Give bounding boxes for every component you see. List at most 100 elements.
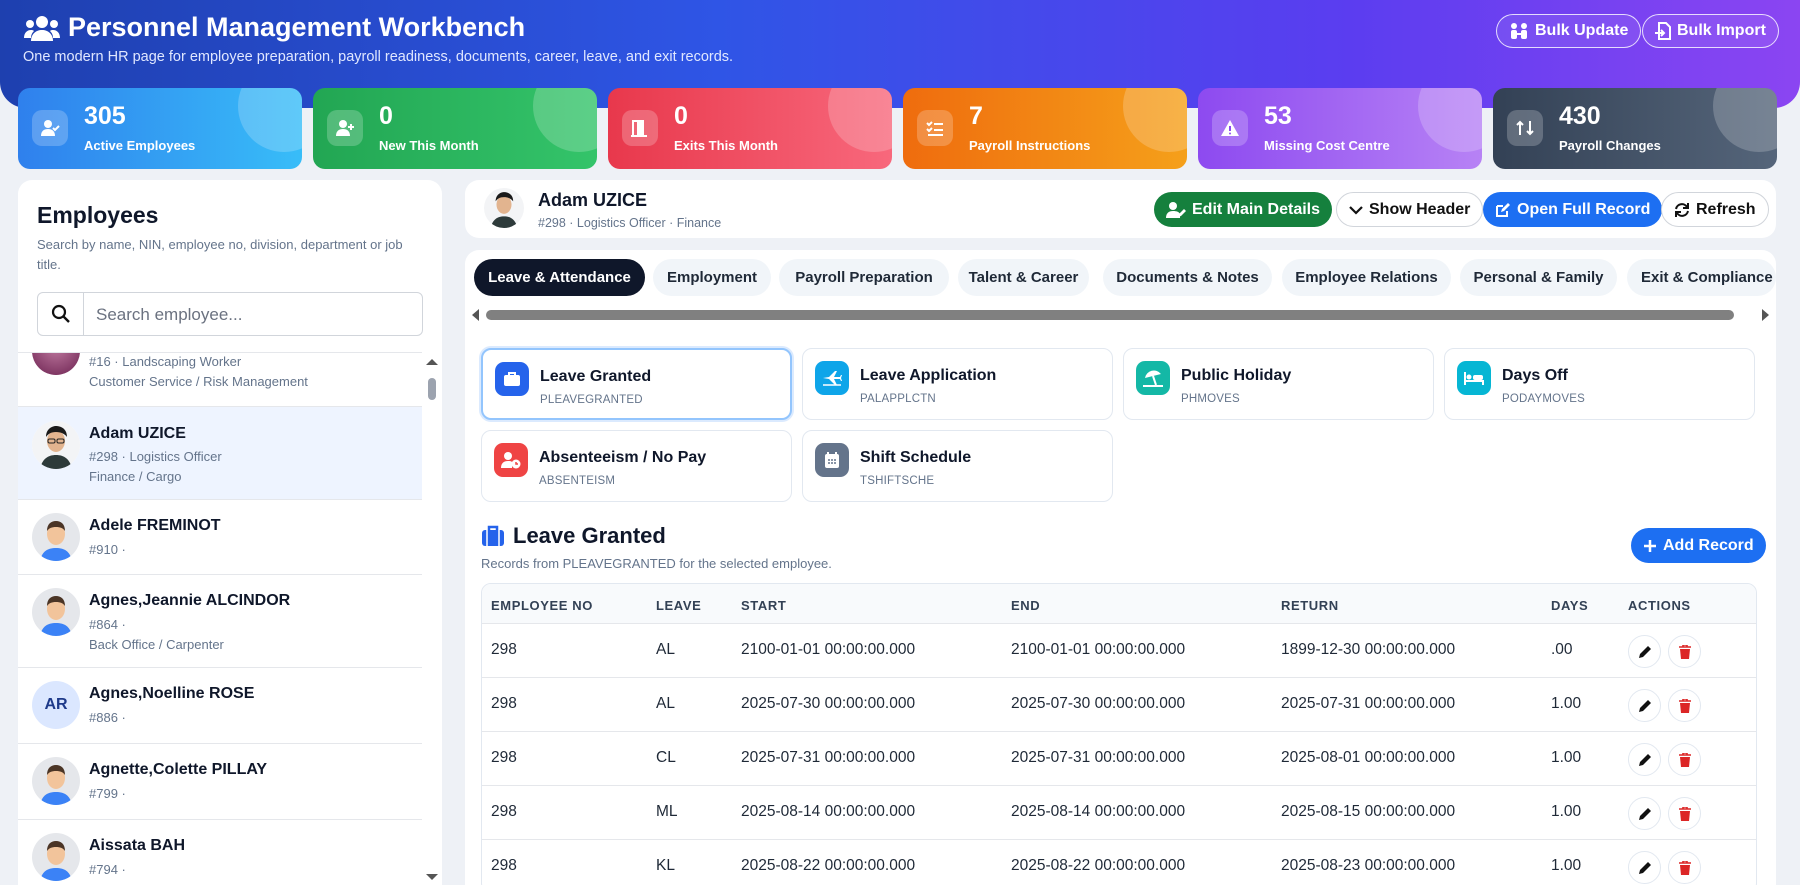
employee-meta: #864 ·	[89, 617, 126, 632]
tab-employee-relations[interactable]: Employee Relations	[1282, 259, 1451, 296]
pencil-icon	[1638, 699, 1651, 712]
employees-panel: Employees Search by name, NIN, employee …	[18, 180, 442, 885]
show-header-button[interactable]: Show Header	[1336, 192, 1484, 227]
edit-row-button[interactable]	[1628, 635, 1661, 668]
kpi-label: Missing Cost Centre	[1264, 138, 1390, 153]
delete-row-button[interactable]	[1668, 851, 1701, 884]
module-days-off[interactable]: Days Off PODAYMOVES	[1444, 348, 1755, 420]
list-item[interactable]: AR Agnes,Noelline ROSE #886 ·	[18, 668, 422, 744]
search-input[interactable]	[96, 303, 406, 327]
delete-row-button[interactable]	[1668, 635, 1701, 668]
cell-return: 1899-12-30 00:00:00.000	[1281, 641, 1456, 658]
bulk-import-label: Bulk Import	[1677, 22, 1766, 39]
list-item[interactable]: Adele FREMINOT #910 ·	[18, 500, 422, 575]
trash-icon	[1678, 860, 1691, 875]
table-row: 298 CL 2025-07-31 00:00:00.000 2025-07-3…	[482, 732, 1756, 786]
avatar	[32, 757, 80, 805]
kpi-label: New This Month	[379, 138, 479, 153]
add-record-label: Add Record	[1663, 536, 1754, 554]
tab-exit-compliance[interactable]: Exit & Compliance	[1627, 259, 1776, 296]
cell-days: .00	[1551, 641, 1573, 658]
edit-row-button[interactable]	[1628, 797, 1661, 830]
user-edit-icon	[1166, 201, 1186, 218]
tab-talent-career[interactable]: Talent & Career	[958, 259, 1089, 296]
module-content: Leave & Attendance Employment Payroll Pr…	[465, 250, 1776, 885]
employee-meta: #16 · Landscaping Worker	[89, 354, 242, 369]
edit-row-button[interactable]	[1628, 851, 1661, 884]
module-leave-granted[interactable]: Leave Granted PLEAVEGRANTED	[481, 348, 792, 420]
employee-list: #16 · Landscaping Worker Customer Servic…	[18, 352, 422, 885]
tab-documents-notes[interactable]: Documents & Notes	[1103, 259, 1272, 296]
edit-row-button[interactable]	[1628, 689, 1661, 722]
list-item[interactable]: Adam UZICE #298 · Logistics Officer Fina…	[18, 407, 422, 500]
kpi-payroll-changes[interactable]: 430 Payroll Changes	[1493, 88, 1777, 169]
table-row: 298 ML 2025-08-14 00:00:00.000 2025-08-1…	[482, 786, 1756, 840]
employee-dept: Finance / Cargo	[89, 469, 182, 484]
avatar	[32, 421, 80, 469]
tab-employment[interactable]: Employment	[653, 259, 771, 296]
list-item[interactable]: Agnes,Jeannie ALCINDOR #864 · Back Offic…	[18, 575, 422, 668]
kpi-active-employees[interactable]: 305 Active Employees	[18, 88, 302, 169]
table-row: 298 AL 2025-07-30 00:00:00.000 2025-07-3…	[482, 678, 1756, 732]
table-header-row: EMPLOYEE NO LEAVE START END RETURN DAYS …	[482, 584, 1756, 624]
selected-employee-name: Adam UZICE	[538, 190, 648, 210]
refresh-button[interactable]: Refresh	[1661, 192, 1769, 227]
plane-icon	[815, 361, 849, 395]
cell-days: 1.00	[1551, 749, 1582, 766]
module-absenteeism[interactable]: Absenteeism / No Pay ABSENTEISM	[481, 430, 792, 502]
kpi-payroll-instructions[interactable]: 7 Payroll Instructions	[903, 88, 1187, 169]
tabs-scrollbar[interactable]	[469, 308, 1772, 322]
page-title-wrap: Personnel Management Workbench	[24, 12, 525, 43]
suitcase-icon	[482, 525, 504, 546]
show-header-label: Show Header	[1369, 200, 1471, 218]
cell-days: 1.00	[1551, 857, 1582, 874]
open-full-record-button[interactable]: Open Full Record	[1483, 192, 1663, 227]
employee-list-scrollbar[interactable]	[422, 352, 442, 885]
employee-meta: #794 ·	[89, 862, 126, 877]
module-leave-application[interactable]: Leave Application PALAPPLCTN	[802, 348, 1113, 420]
edit-row-button[interactable]	[1628, 743, 1661, 776]
kpi-exits-this-month[interactable]: 0 Exits This Month	[608, 88, 892, 169]
avatar	[32, 513, 80, 561]
page-title: Personnel Management Workbench	[68, 12, 526, 42]
module-title: Leave Application	[860, 367, 997, 384]
module-public-holiday[interactable]: Public Holiday PHMOVES	[1123, 348, 1434, 420]
col-return: RETURN	[1281, 598, 1339, 613]
cell-end: 2025-07-31 00:00:00.000	[1011, 749, 1186, 766]
avatar: AR	[32, 681, 80, 729]
cell-employee-no: 298	[491, 857, 517, 874]
pencil-icon	[1638, 861, 1651, 874]
bulk-update-button[interactable]: Bulk Update	[1496, 14, 1642, 48]
avatar	[32, 588, 80, 636]
kpi-new-this-month[interactable]: 0 New This Month	[313, 88, 597, 169]
bulk-import-button[interactable]: Bulk Import	[1642, 14, 1779, 48]
module-code: PODAYMOVES	[1502, 393, 1585, 405]
tab-personal-family[interactable]: Personal & Family	[1460, 259, 1617, 296]
cell-return: 2025-08-15 00:00:00.000	[1281, 803, 1456, 820]
kpi-value: 0	[379, 102, 393, 130]
cell-leave: AL	[656, 641, 675, 658]
module-shift-schedule[interactable]: Shift Schedule TSHIFTSCHE	[802, 430, 1113, 502]
edit-main-details-button[interactable]: Edit Main Details	[1154, 192, 1333, 227]
bed-icon	[1457, 361, 1491, 395]
cell-leave: AL	[656, 695, 675, 712]
delete-row-button[interactable]	[1668, 743, 1701, 776]
col-leave: LEAVE	[656, 598, 702, 613]
delete-row-button[interactable]	[1668, 797, 1701, 830]
list-item[interactable]: Aissata BAH #794 ·	[18, 820, 422, 885]
cell-leave: ML	[656, 803, 678, 820]
add-record-button[interactable]: Add Record	[1631, 528, 1766, 563]
refresh-icon	[1675, 202, 1689, 217]
cell-leave: KL	[656, 857, 675, 874]
module-title: Leave Granted	[540, 368, 652, 385]
col-end: END	[1011, 598, 1041, 613]
tab-payroll-preparation[interactable]: Payroll Preparation	[779, 259, 949, 296]
list-item[interactable]: #16 · Landscaping Worker Customer Servic…	[18, 353, 422, 407]
col-start: START	[741, 598, 787, 613]
kpi-missing-cost-centre[interactable]: 53 Missing Cost Centre	[1198, 88, 1482, 169]
pencil-icon	[1638, 753, 1651, 766]
tab-leave-attendance[interactable]: Leave & Attendance	[474, 259, 645, 296]
list-item[interactable]: Agnette,Colette PILLAY #799 ·	[18, 744, 422, 820]
module-title: Absenteeism / No Pay	[539, 449, 707, 466]
delete-row-button[interactable]	[1668, 689, 1701, 722]
